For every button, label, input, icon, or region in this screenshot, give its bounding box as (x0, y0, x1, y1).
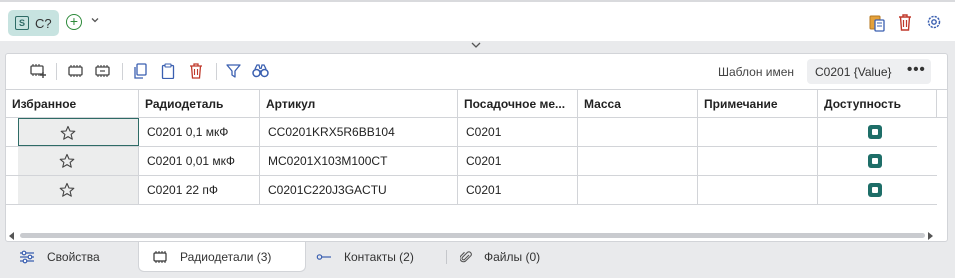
name-template-label: Шаблон имен (718, 65, 795, 79)
tab-label: Контакты (2) (344, 250, 414, 264)
favorite-cell[interactable] (18, 176, 139, 204)
tab-components[interactable]: Радиодетали (3) (138, 242, 306, 272)
footprint-cell[interactable]: C0201 (458, 118, 578, 146)
table-row[interactable]: C0201 0,1 мкФ CC0201KRX5R6BB104 C0201 (6, 118, 937, 147)
table-row[interactable]: C0201 22 пФ C0201C220J3GACTU C0201 (6, 176, 937, 205)
plus-circle-icon[interactable]: + (66, 14, 82, 30)
footprint-cell[interactable]: C0201 (458, 176, 578, 204)
component-chip[interactable]: S С? (8, 10, 59, 36)
tab-separator (446, 250, 447, 264)
component-cell[interactable]: C0201 0,01 мкФ (139, 147, 260, 175)
sliders-icon (19, 250, 35, 264)
tab-files[interactable]: Файлы (0) (460, 242, 540, 272)
component-icon[interactable] (67, 63, 84, 79)
grid-header: Избранное Радиодеталь Артикул Посадочное… (6, 89, 947, 118)
collapse-chevron-icon[interactable] (470, 40, 482, 50)
toolbar-separator (216, 63, 217, 80)
note-cell[interactable] (698, 118, 818, 146)
note-cell[interactable] (698, 176, 818, 204)
trash-icon[interactable] (898, 14, 912, 31)
component-cell[interactable]: C0201 0,1 мкФ (139, 118, 260, 146)
chip-icon (152, 250, 168, 264)
gear-icon[interactable] (926, 14, 942, 30)
star-icon[interactable] (59, 153, 75, 169)
availability-icon (868, 154, 882, 168)
scrollbar-thumb[interactable] (20, 233, 925, 238)
paste-icon[interactable] (161, 63, 175, 79)
availability-cell[interactable] (818, 176, 937, 204)
availability-cell[interactable] (818, 118, 937, 146)
tab-label: Радиодетали (3) (180, 249, 272, 264)
bottom-tabs: Свойства Радиодетали (3) Контакты (2) Фа… (5, 242, 948, 272)
add-component-icon[interactable] (30, 63, 47, 79)
column-header-footprint[interactable]: Посадочное ме... (458, 90, 578, 118)
article-cell[interactable]: C0201C220J3GACTU (260, 176, 458, 204)
tab-label: Свойства (47, 250, 100, 264)
column-header-article[interactable]: Артикул (260, 90, 458, 118)
column-header-mass[interactable]: Масса (578, 90, 698, 118)
components-panel: Шаблон имен C0201 {Value} ••• Избранное … (5, 53, 948, 242)
availability-cell[interactable] (818, 147, 937, 175)
horizontal-scrollbar[interactable] (6, 231, 947, 241)
name-template-field[interactable]: C0201 {Value} ••• (807, 59, 931, 84)
star-icon[interactable] (59, 182, 75, 198)
mass-cell[interactable] (578, 118, 698, 146)
grid-toolbar: Шаблон имен C0201 {Value} ••• (6, 54, 947, 88)
name-template-value: C0201 {Value} (815, 65, 892, 79)
column-header-favorites[interactable]: Избранное (6, 90, 139, 118)
column-header-note[interactable]: Примечание (698, 90, 818, 118)
paperclip-icon (460, 250, 472, 264)
mass-cell[interactable] (578, 147, 698, 175)
note-cell[interactable] (698, 147, 818, 175)
favorite-cell[interactable] (18, 118, 139, 146)
toolbar-separator (122, 63, 123, 80)
table-row[interactable]: C0201 0,01 мкФ MC0201X103M100CT C0201 (6, 147, 937, 176)
tab-contacts[interactable]: Контакты (2) (316, 242, 414, 272)
pin-icon (316, 252, 332, 262)
symbol-badge-icon: S (15, 16, 29, 30)
column-header-component[interactable]: Радиодеталь (139, 90, 260, 118)
article-cell[interactable]: CC0201KRX5R6BB104 (260, 118, 458, 146)
filter-icon[interactable] (226, 63, 241, 79)
footprint-cell[interactable]: C0201 (458, 147, 578, 175)
star-icon[interactable] (60, 125, 76, 141)
component-edit-icon[interactable] (94, 63, 111, 79)
mass-cell[interactable] (578, 176, 698, 204)
scroll-left-icon[interactable] (9, 232, 14, 240)
find-icon[interactable] (252, 63, 269, 79)
availability-icon (868, 183, 882, 197)
tab-properties[interactable]: Свойства (19, 242, 100, 272)
top-bar: S С? + (0, 0, 955, 41)
scroll-right-icon[interactable] (928, 232, 933, 240)
toolbar-separator (56, 63, 57, 80)
more-options-icon[interactable]: ••• (907, 61, 926, 78)
component-cell[interactable]: C0201 22 пФ (139, 176, 260, 204)
article-cell[interactable]: MC0201X103M100CT (260, 147, 458, 175)
favorite-cell[interactable] (18, 147, 139, 175)
clipboard-paste-icon[interactable] (869, 14, 885, 32)
copy-icon[interactable] (133, 63, 147, 79)
tab-label: Файлы (0) (484, 250, 541, 264)
availability-icon (868, 125, 882, 139)
chevron-down-icon[interactable] (90, 15, 100, 25)
chip-label: С? (35, 15, 52, 31)
delete-icon[interactable] (189, 63, 203, 79)
column-header-availability[interactable]: Доступность (818, 90, 937, 118)
